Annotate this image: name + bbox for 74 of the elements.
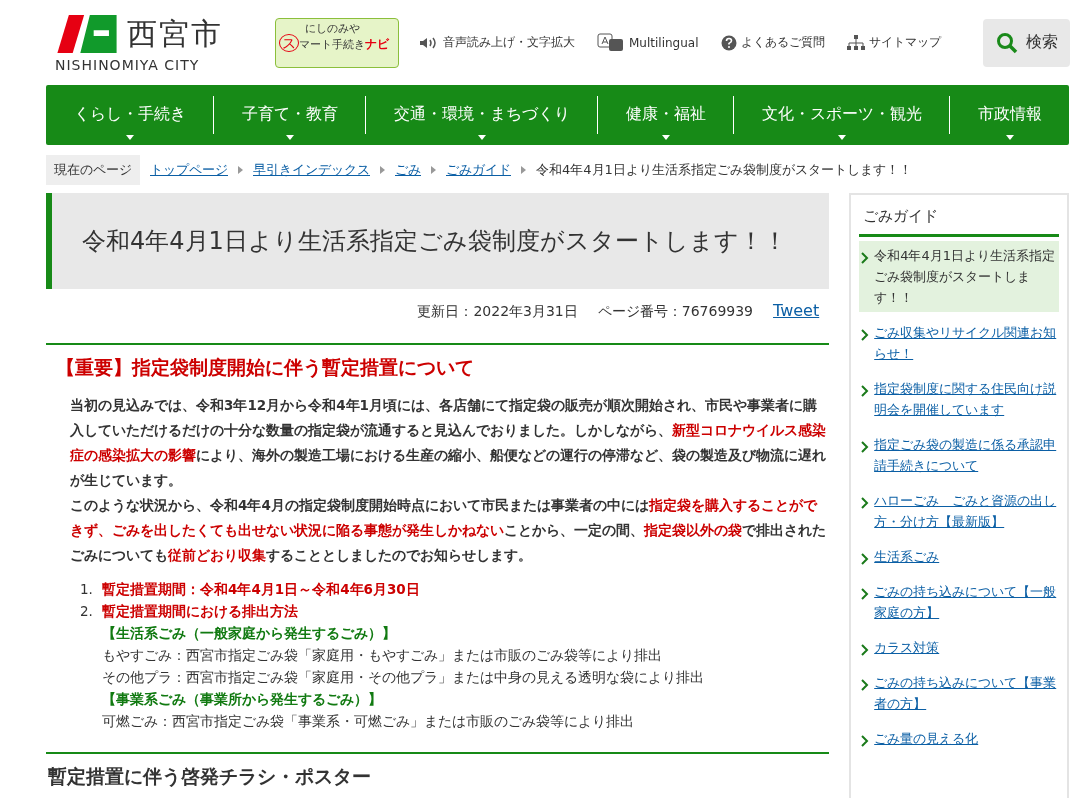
- chevron-icon: [861, 679, 870, 691]
- city-logo-icon: [55, 12, 119, 55]
- section-heading: 【重要】指定袋制度開始に伴う暫定措置について: [46, 343, 830, 381]
- chevron-icon: [861, 385, 870, 397]
- sidebar-link[interactable]: ハローごみ ごみと資源の出し方・分け方【最新版】: [859, 486, 1059, 536]
- disposal-rule: 可燃ごみ：西宮市指定ごみ袋「事業系・可燃ごみ」または市販のごみ袋等により排出: [102, 712, 635, 731]
- chevron-icon: [861, 735, 870, 747]
- utility-link[interactable]: よくあるご質問: [720, 34, 825, 51]
- chevron-icon: [521, 166, 526, 174]
- disposal-rule: もやすごみ：西宮市指定ごみ袋「家庭用・もやすごみ」または市販のごみ袋等により排出: [102, 646, 663, 665]
- utility-link[interactable]: Multilingual: [597, 32, 699, 53]
- caret-icon: [477, 135, 486, 140]
- sidebar-link[interactable]: ごみの持ち込みについて【一般家庭の方】: [859, 577, 1059, 627]
- caret-icon: [125, 135, 134, 140]
- list-item-title: 暫定措置期間：令和4年4月1日～令和4年6月30日: [102, 580, 420, 599]
- notice-paragraph: 当初の見込みでは、令和3年12月から令和4年1月頃には、各店舗にて指定袋の販売が順次開始され、市民や事業者に購入していただけるだけの十分な数量の指定袋が流通すると見込んでおりました。しかしながら、新型コロナウイルス感染症の感染拡大の影響により、海外の製造工場における生産の縮小、船便などの運行の停滞など、袋の製造及び物流に遅れが生じています。: [69, 396, 827, 490]
- utility-link[interactable]: サイトマップ: [846, 34, 941, 51]
- breadcrumb-label: 現在のページ: [46, 155, 140, 185]
- updated-date: 更新日：2022年3月31日: [417, 303, 578, 321]
- sidebar-link[interactable]: 指定袋制度に関する住民向け説明会を開催しています: [859, 374, 1059, 424]
- chevron-icon: [861, 553, 870, 565]
- chevron-icon: [861, 644, 870, 656]
- section-heading: 暫定措置に伴う啓発チラシ・ポスター: [46, 752, 830, 790]
- chevron-icon: [861, 588, 870, 600]
- sidebar-link[interactable]: 指定ごみ袋の製造に係る承認申請手続きについて: [859, 430, 1059, 480]
- chevron-icon: [861, 441, 870, 453]
- list-number: 2.: [80, 602, 94, 621]
- nav-menu-item[interactable]: 交通・環境・まちづくり: [365, 96, 597, 134]
- page-title: 令和4年4月1日より生活系指定ごみ袋制度がスタートします！！: [46, 193, 830, 289]
- category-heading: 【生活系ごみ（一般家庭から発生するごみ）】: [102, 624, 397, 643]
- nav-menu-item[interactable]: 子育て・教育: [213, 96, 365, 134]
- nav-menu-item[interactable]: 健康・福祉: [597, 96, 733, 134]
- list-number: 1.: [80, 580, 94, 599]
- sidebar-link[interactable]: 生活系ごみ: [859, 542, 1059, 571]
- chevron-icon: [861, 497, 870, 509]
- notice-paragraph: このような状況から、令和4年4月の指定袋制度開始時点において市民または事業者の中には指定袋を購入することができず、ごみを出したくても出せない状況に陥る事態が発生しかねないことから、一定の間、指定袋以外の袋で排出されたごみについても従前どおり収集することとしましたのでお知らせします。: [69, 496, 827, 565]
- category-heading: 【事業系ごみ（事業所から発生するごみ）】: [102, 690, 383, 709]
- breadcrumb-link[interactable]: ごみ: [395, 161, 421, 179]
- chevron-icon: [861, 252, 870, 264]
- logo-name: 西宮市: [127, 14, 223, 53]
- breadcrumb-link[interactable]: 早引きインデックス: [253, 161, 370, 179]
- sidebar-link[interactable]: ごみ量の見える化: [859, 724, 1059, 753]
- sidebar-link[interactable]: カラス対策: [859, 633, 1059, 662]
- logo-subtitle: NISHINOMIYA CITY: [55, 56, 201, 73]
- nav-menu-item[interactable]: 文化・スポーツ・観光: [733, 96, 949, 134]
- page-number: ページ番号：76769939: [597, 303, 754, 321]
- tweet-link[interactable]: Tweet: [773, 301, 820, 320]
- smart-navi-banner[interactable]: にしのみや ス マート手続きナビ: [275, 17, 399, 68]
- nav-menu-item[interactable]: 市政情報: [949, 96, 1069, 134]
- chevron-icon: [431, 166, 436, 174]
- sidebar-link[interactable]: ごみ収集やリサイクル関連お知らせ！: [859, 318, 1059, 368]
- sidebar-link[interactable]: ごみの持ち込みについて【事業者の方】: [859, 668, 1059, 718]
- caret-icon: [837, 135, 846, 140]
- caret-icon: [661, 135, 670, 140]
- caret-icon: [285, 135, 294, 140]
- sidebar-title: ごみガイド: [859, 203, 1059, 237]
- list-item-title: 暫定措置期間における排出方法: [102, 602, 299, 621]
- chevron-icon: [380, 166, 385, 174]
- sitemap-icon: [846, 34, 865, 51]
- nav-menu-item[interactable]: くらし・手続き: [46, 96, 213, 134]
- translate-icon: [597, 32, 625, 53]
- speaker-icon: [419, 35, 439, 50]
- chevron-icon: [861, 329, 870, 341]
- question-icon: [720, 34, 737, 51]
- breadcrumb-link[interactable]: トップページ: [150, 161, 228, 179]
- caret-icon: [1005, 135, 1014, 140]
- utility-link[interactable]: 音声読み上げ・文字拡大: [419, 34, 575, 51]
- search-button[interactable]: 検索: [983, 18, 1070, 67]
- sidebar-link[interactable]: 令和4年4月1日より生活系指定ごみ袋制度がスタートします！！: [859, 241, 1059, 312]
- breadcrumb-current: 令和4年4月1日より生活系指定ごみ袋制度がスタートします！！: [536, 161, 912, 179]
- disposal-rule: その他プラ：西宮市指定ごみ袋「家庭用・その他プラ」または中身の見える透明な袋により排出: [102, 668, 704, 687]
- breadcrumb-link[interactable]: ごみガイド: [446, 161, 511, 179]
- chevron-icon: [238, 166, 243, 174]
- search-icon: [995, 31, 1018, 54]
